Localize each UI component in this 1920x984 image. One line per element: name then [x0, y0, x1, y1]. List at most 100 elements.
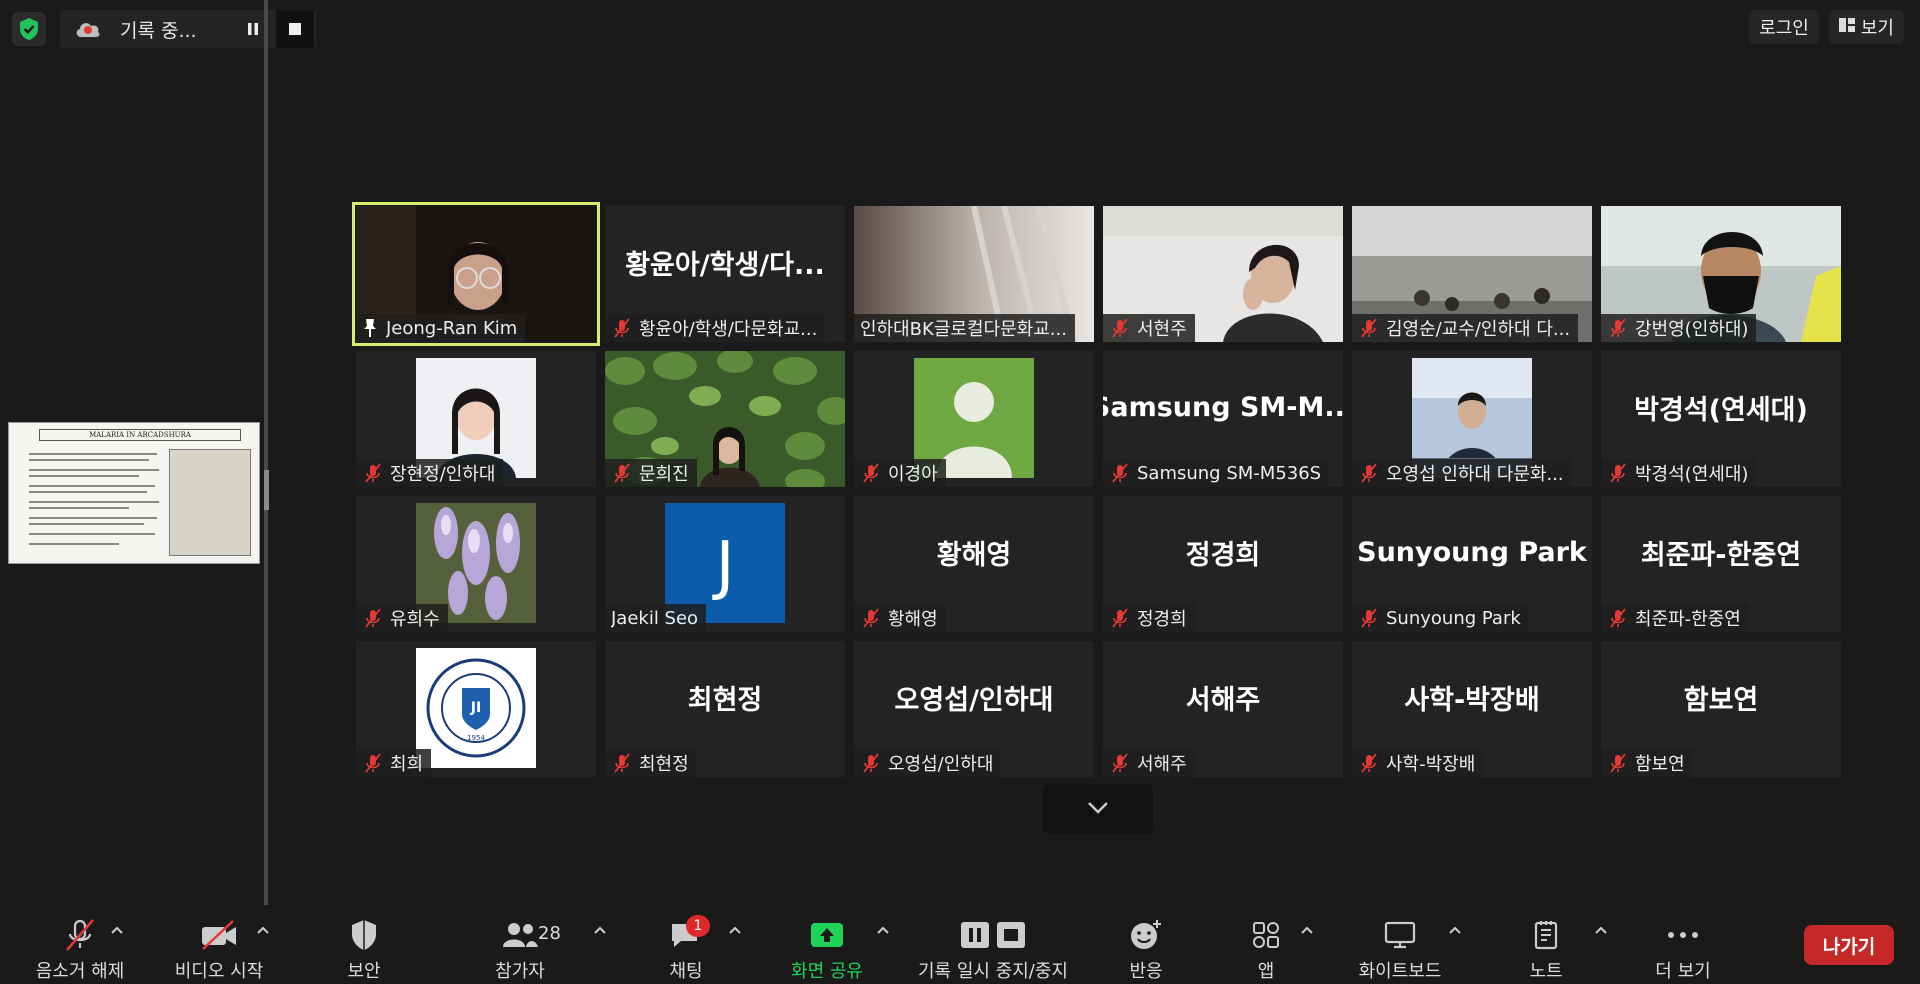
participants-icon: 28 [490, 913, 561, 957]
participant-tile[interactable]: 유희수 [356, 496, 596, 632]
whiteboard-options-caret-icon[interactable] [1448, 923, 1462, 937]
mic-muted-icon [1610, 318, 1626, 338]
mic-muted-icon [1112, 463, 1128, 483]
mic-muted-icon [1361, 318, 1377, 338]
apps-options-caret-icon[interactable] [1300, 923, 1314, 937]
participant-name-tag: 유희수 [356, 604, 448, 632]
participants-button[interactable]: 28 참가자 [490, 905, 561, 984]
participant-name-tag: 서해주 [1103, 749, 1195, 777]
participant-tile[interactable]: JI 1954 최희 [356, 641, 596, 777]
participant-display-name: Samsung SM-M... [1103, 391, 1343, 423]
participant-tile[interactable]: 장현정/인하대 [356, 351, 596, 487]
participant-name: Sunyoung Park [1386, 607, 1521, 629]
participant-tile[interactable]: 인하대BK글로컬다문화교... [854, 206, 1094, 342]
mic-muted-icon [863, 608, 879, 628]
security-label: 보안 [347, 961, 381, 982]
participant-name: 장현정/인하대 [390, 464, 496, 485]
notes-button[interactable]: 노트 [1516, 905, 1576, 984]
participant-name-tag: 함보연 [1601, 749, 1693, 777]
chat-button[interactable]: 1 채팅 [656, 905, 716, 984]
start-video-button[interactable]: 비디오 시작 [158, 905, 280, 984]
mic-muted-icon [1112, 318, 1128, 338]
participant-tile[interactable]: 이경아 [854, 351, 1094, 487]
participant-tile[interactable]: 서현주 [1103, 206, 1343, 342]
participant-name-tag: Samsung SM-M536S [1103, 459, 1330, 487]
participant-tile[interactable]: Jeong-Ran Kim [352, 202, 600, 346]
participant-tile[interactable]: 사학-박장배 사학-박장배 [1352, 641, 1592, 777]
participant-name: Samsung SM-M536S [1137, 462, 1322, 484]
participant-display-name: 황해영 [936, 539, 1012, 571]
participant-name: 황해영 [888, 609, 938, 630]
participant-tile[interactable]: 최현정 최현정 [605, 641, 845, 777]
video-options-caret-icon[interactable] [256, 923, 270, 937]
unmute-label: 음소거 해제 [35, 961, 125, 982]
document-map-image [169, 449, 251, 556]
participants-count: 28 [538, 923, 561, 944]
participant-tile[interactable]: 박경석(연세대) 박경석(연세대) [1601, 351, 1841, 487]
mic-muted-icon [614, 753, 630, 773]
view-button[interactable]: 보기 [1828, 10, 1904, 44]
participant-name: 서해주 [1137, 754, 1187, 775]
participant-tile[interactable]: 오영섭/인하대 오영섭/인하대 [854, 641, 1094, 777]
participant-tile[interactable]: 함보연 함보연 [1601, 641, 1841, 777]
whiteboard-button[interactable]: 화이트보드 [1350, 905, 1450, 984]
apps-button[interactable]: 앱 [1236, 905, 1296, 984]
shared-document-thumbnail[interactable]: MALARIA IN ARCADSHURA [8, 422, 260, 564]
chat-options-caret-icon[interactable] [728, 923, 742, 937]
next-page-button[interactable] [1043, 784, 1153, 834]
chevron-down-icon [1087, 800, 1109, 819]
recording-controls-button[interactable]: 기록 일시 중지/중지 [910, 905, 1076, 984]
mic-muted-icon [614, 318, 630, 338]
participant-tile[interactable]: 강번영(인하대) [1601, 206, 1841, 342]
participant-name-tag: 문희진 [605, 459, 697, 487]
participant-tile[interactable]: 오영섭 인하대 다문화... [1352, 351, 1592, 487]
reactions-label: 반응 [1129, 961, 1163, 982]
participant-tile[interactable]: 문희진 [605, 351, 845, 487]
more-button[interactable]: 더 보기 [1648, 905, 1718, 984]
participant-display-name: 황윤아/학생/다... [625, 249, 825, 281]
view-label: 보기 [1860, 18, 1894, 39]
mic-muted-icon [1610, 463, 1626, 483]
login-button[interactable]: 로그인 [1749, 10, 1819, 44]
participant-tile[interactable]: Sunyoung Park Sunyoung Park [1352, 496, 1592, 632]
unmute-button[interactable]: 음소거 해제 [22, 905, 138, 984]
participant-tile[interactable]: 황해영 황해영 [854, 496, 1094, 632]
participant-display-name: 정경희 [1185, 539, 1261, 571]
share-screen-button[interactable]: 화면 공유 [784, 905, 870, 984]
splitter-grip[interactable] [264, 470, 269, 510]
pin-icon [364, 319, 376, 337]
participants-options-caret-icon[interactable] [593, 923, 607, 937]
recording-controls-label: 기록 일시 중지/중지 [918, 961, 1068, 982]
participant-name-tag: Jeong-Ran Kim [356, 314, 526, 342]
participant-display-name: 오영섭/인하대 [894, 684, 1054, 716]
security-button[interactable]: 보안 [332, 905, 396, 984]
mic-muted-icon [1361, 608, 1377, 628]
panel-splitter[interactable] [264, 0, 268, 905]
participant-tile[interactable]: 최준파-한중연 최준파-한중연 [1601, 496, 1841, 632]
mic-muted-icon [365, 753, 381, 773]
participant-tile[interactable]: 서해주 서해주 [1103, 641, 1343, 777]
participant-tile[interactable]: J Jaekil Seo [605, 496, 845, 632]
participant-name-tag: 사학-박장배 [1352, 749, 1484, 777]
share-options-caret-icon[interactable] [876, 923, 890, 937]
participant-name: 함보연 [1635, 754, 1685, 775]
more-dots-icon [1653, 913, 1713, 957]
mic-off-icon [50, 913, 110, 957]
participant-tile[interactable]: Samsung SM-M... Samsung SM-M536S [1103, 351, 1343, 487]
participant-display-name: 최현정 [687, 684, 763, 716]
audio-options-caret-icon[interactable] [110, 923, 124, 937]
participant-name-tag: 서현주 [1103, 314, 1195, 342]
reactions-button[interactable]: 반응 [1116, 905, 1176, 984]
emoji-plus-icon [1116, 913, 1176, 957]
participant-tile[interactable]: 김영순/교수/인하대 다... [1352, 206, 1592, 342]
participant-name: Jaekil Seo [611, 607, 699, 629]
participant-name: Jeong-Ran Kim [386, 317, 518, 339]
notes-options-caret-icon[interactable] [1594, 923, 1608, 937]
leave-button[interactable]: 나가기 [1804, 925, 1894, 965]
stop-recording-button[interactable] [276, 10, 314, 48]
participant-name: 최준파-한중연 [1635, 609, 1741, 630]
participant-tile[interactable]: 정경희 정경희 [1103, 496, 1343, 632]
svg-text:J: J [712, 529, 735, 603]
participant-tile[interactable]: 황윤아/학생/다... 황윤아/학생/다문화교... [605, 206, 845, 342]
participant-name-tag: 인하대BK글로컬다문화교... [854, 314, 1075, 342]
